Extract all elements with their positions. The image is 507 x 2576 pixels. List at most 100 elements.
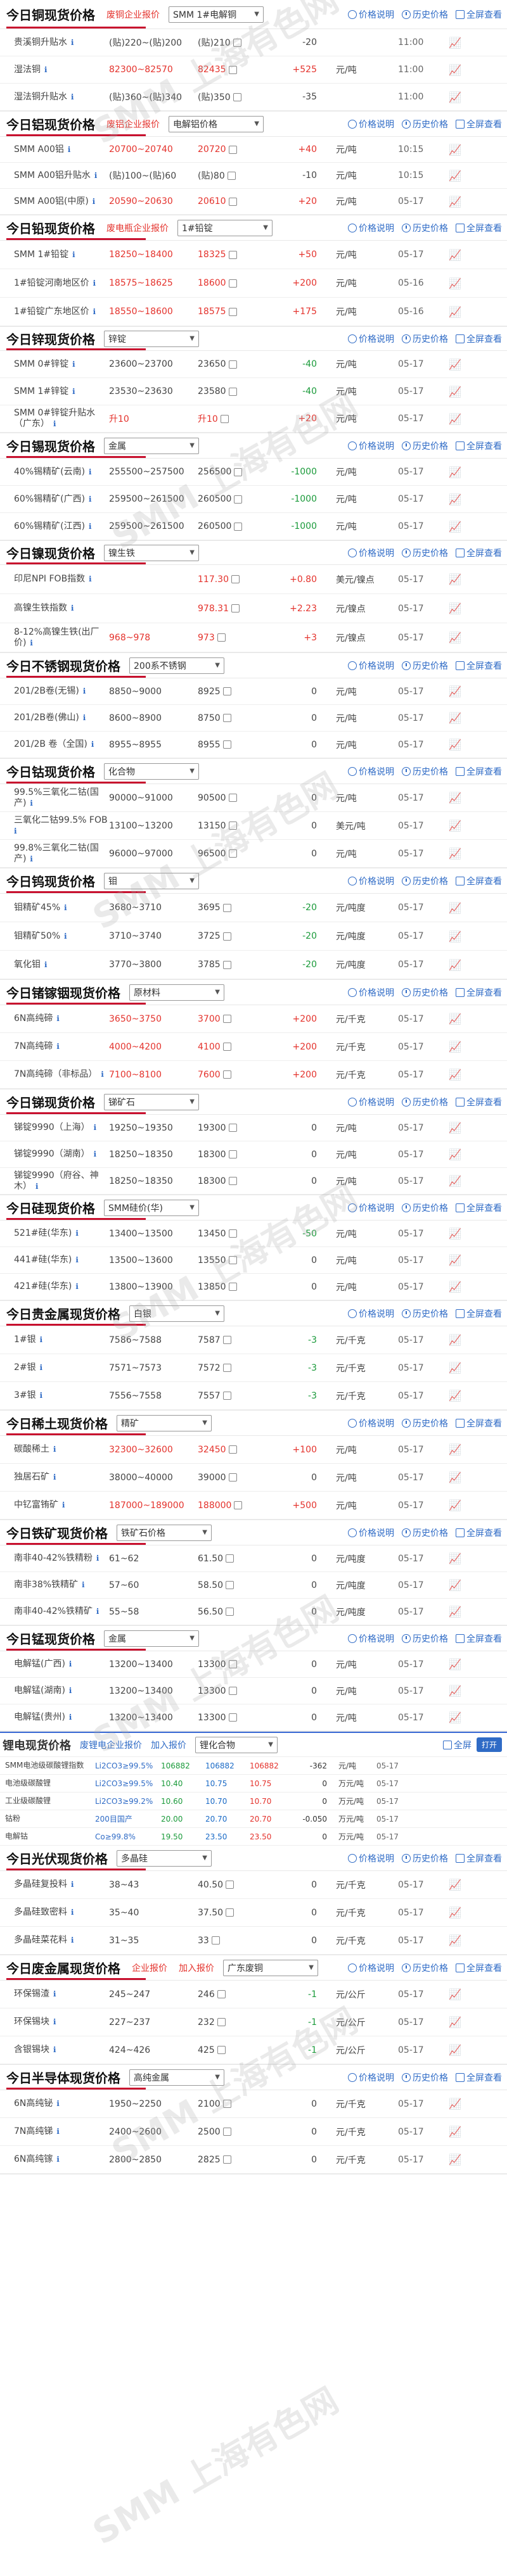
info-icon[interactable]: ℹ bbox=[89, 740, 94, 749]
history-link[interactable]: 历史价格 bbox=[402, 875, 448, 887]
compare-checkbox[interactable] bbox=[222, 1070, 231, 1079]
trend-chart-icon[interactable]: 📈 bbox=[449, 196, 472, 208]
history-link[interactable]: 历史价格 bbox=[402, 1632, 448, 1645]
trend-chart-icon[interactable]: 📈 bbox=[449, 1041, 472, 1053]
company-quote-link[interactable]: 企业报价 bbox=[132, 1962, 167, 1974]
compare-checkbox[interactable] bbox=[228, 794, 237, 802]
price-desc-link[interactable]: 价格说明 bbox=[348, 765, 394, 778]
compare-checkbox[interactable] bbox=[211, 1936, 220, 1945]
compare-checkbox[interactable] bbox=[228, 279, 237, 288]
price-row[interactable]: 锑锭9990（上海） ℹ 19250~19350 19300 0 元/吨 05-17 📈 bbox=[0, 1115, 507, 1141]
compare-checkbox[interactable] bbox=[228, 387, 237, 396]
compare-checkbox[interactable] bbox=[226, 1881, 234, 1889]
price-row[interactable]: 环保锡块 ℹ 227~237 232 -1 元/公斤 05-17 📈 bbox=[0, 2008, 507, 2036]
trend-chart-icon[interactable]: 📈 bbox=[449, 413, 472, 425]
price-row[interactable]: 多晶硅菜花料 ℹ 31~35 33 0 元/千克 05-17 📈 bbox=[0, 1927, 507, 1955]
category-select[interactable]: 高纯金属 ▼ bbox=[129, 2069, 224, 2086]
info-icon[interactable]: ℹ bbox=[33, 1182, 39, 1191]
info-icon[interactable]: ℹ bbox=[70, 250, 75, 259]
history-link[interactable]: 历史价格 bbox=[402, 765, 448, 778]
price-row[interactable]: SMM 0#锌锭 ℹ 23600~23700 23650 -40 元/吨 05-17 📈 bbox=[0, 351, 507, 378]
price-desc-link[interactable]: 价格说明 bbox=[348, 222, 394, 234]
price-row[interactable]: 多晶硅致密料 ℹ 35~40 37.50 0 元/千克 05-17 📈 bbox=[0, 1899, 507, 1927]
price-row[interactable]: 高镍生铁指数 ℹ 978.31 +2.23 元/镍点 05-17 📈 bbox=[0, 594, 507, 623]
info-icon[interactable]: ℹ bbox=[91, 1123, 96, 1132]
price-row[interactable]: 独居石矿 ℹ 38000~40000 39000 0 元/吨 05-17 📈 bbox=[0, 1464, 507, 1492]
price-desc-link[interactable]: 价格说明 bbox=[348, 1632, 394, 1645]
history-link[interactable]: 历史价格 bbox=[402, 1202, 448, 1214]
compare-checkbox[interactable] bbox=[222, 1392, 231, 1400]
lithium-select[interactable]: 锂化合物 ▼ bbox=[195, 1736, 278, 1753]
info-icon[interactable]: ℹ bbox=[51, 1473, 56, 1482]
price-row[interactable]: 201/2B 卷（全国) ℹ 8955~8955 8955 0 元/吨 05-17 📈 bbox=[0, 732, 507, 758]
price-row[interactable]: SMM A00铝(中原) ℹ 20590~20630 20610 +20 元/吨 05-1… bbox=[0, 189, 507, 215]
info-icon[interactable]: ℹ bbox=[14, 827, 17, 835]
fullscreen-link[interactable]: 全屏查看 bbox=[456, 440, 502, 452]
price-row[interactable]: 含银锡块 ℹ 424~426 425 -1 元/公斤 05-17 📈 bbox=[0, 2036, 507, 2064]
info-icon[interactable]: ℹ bbox=[94, 1554, 99, 1563]
price-row[interactable]: 40%锡精矿(云南) ℹ 255500~257500 256500 -1000 元/吨 0… bbox=[0, 459, 507, 486]
price-desc-link[interactable]: 价格说明 bbox=[348, 8, 394, 21]
trend-chart-icon[interactable]: 📈 bbox=[449, 249, 472, 261]
category-select[interactable]: 锑矿石 ▼ bbox=[104, 1093, 199, 1110]
trend-chart-icon[interactable]: 📈 bbox=[449, 1334, 472, 1346]
trend-chart-icon[interactable]: 📈 bbox=[449, 466, 472, 478]
info-icon[interactable]: ℹ bbox=[80, 687, 86, 695]
price-row[interactable]: 电解锰(广西) ℹ 13200~13400 13300 0 元/吨 05-17 📈 bbox=[0, 1651, 507, 1678]
info-icon[interactable]: ℹ bbox=[68, 604, 74, 612]
price-desc-link[interactable]: 价格说明 bbox=[348, 547, 394, 559]
compare-checkbox[interactable] bbox=[233, 92, 241, 101]
price-row[interactable]: 湿法铜 ℹ 82300~82570 82435 +525 元/吨 11:00 📈 bbox=[0, 56, 507, 84]
price-row[interactable]: 7N高纯锑 ℹ 2400~2600 2500 0 元/千克 05-17 📈 bbox=[0, 2118, 507, 2146]
trend-chart-icon[interactable]: 📈 bbox=[449, 358, 472, 371]
trend-chart-icon[interactable]: 📈 bbox=[449, 631, 472, 644]
compare-checkbox[interactable] bbox=[228, 1687, 237, 1695]
price-row[interactable]: 441#硅(华东) ℹ 13500~13600 13550 0 元/吨 05-17 📈 bbox=[0, 1247, 507, 1274]
price-row[interactable]: 6N高纯碲 ℹ 3650~3750 3700 +200 元/千克 05-17 📈 bbox=[0, 1005, 507, 1033]
category-select[interactable]: 锌锭 ▼ bbox=[104, 330, 199, 347]
info-icon[interactable]: ℹ bbox=[42, 960, 48, 969]
info-icon[interactable]: ℹ bbox=[91, 1150, 96, 1158]
lithium-row[interactable]: 电解钴 Co≥99.8% 19.50 23.50 23.50 0 万元/吨 05-17 bbox=[0, 1828, 507, 1846]
price-row[interactable]: 421#硅(华东) ℹ 13800~13900 13850 0 元/吨 05-17 📈 bbox=[0, 1274, 507, 1300]
price-row[interactable]: 湿法铜升贴水 ℹ (贴)360~(贴)340 (贴)350 -35 11:00 📈 bbox=[0, 84, 507, 111]
compare-checkbox[interactable] bbox=[226, 1908, 234, 1917]
info-icon[interactable]: ℹ bbox=[42, 65, 48, 74]
trend-chart-icon[interactable]: 📈 bbox=[449, 2016, 472, 2028]
price-row[interactable]: 1#铅锭河南地区价 ℹ 18575~18625 18600 +200 元/吨 05-16 📈 bbox=[0, 269, 507, 298]
info-icon[interactable]: ℹ bbox=[68, 1908, 74, 1917]
price-row[interactable]: 中钇富铕矿 ℹ 187000~189000 188000 +500 元/吨 05-17 📈 bbox=[0, 1492, 507, 1520]
compare-checkbox[interactable] bbox=[228, 1713, 237, 1722]
info-icon[interactable]: ℹ bbox=[54, 2099, 60, 2108]
price-row[interactable]: SMM A00铝 ℹ 20700~20740 20720 +40 元/吨 10:15 📈 bbox=[0, 137, 507, 163]
compare-checkbox[interactable] bbox=[231, 575, 240, 583]
trend-chart-icon[interactable]: 📈 bbox=[449, 1499, 472, 1511]
compare-checkbox[interactable] bbox=[234, 467, 243, 476]
trend-chart-icon[interactable]: 📈 bbox=[449, 712, 472, 724]
trend-chart-icon[interactable]: 📈 bbox=[449, 792, 472, 804]
category-select[interactable]: 金属 ▼ bbox=[104, 437, 199, 454]
trend-chart-icon[interactable]: 📈 bbox=[449, 306, 472, 318]
history-link[interactable]: 历史价格 bbox=[402, 118, 448, 130]
price-row[interactable]: 60%锡精矿(江西) ℹ 259500~261500 260500 -1000 元/吨 0… bbox=[0, 513, 507, 540]
info-icon[interactable]: ℹ bbox=[73, 1282, 79, 1291]
compare-checkbox[interactable] bbox=[217, 633, 226, 642]
compare-checkbox[interactable] bbox=[228, 1229, 237, 1238]
trend-chart-icon[interactable]: 📈 bbox=[449, 1606, 472, 1618]
info-icon[interactable]: ℹ bbox=[86, 522, 92, 531]
info-icon[interactable]: ℹ bbox=[67, 1686, 72, 1695]
history-link[interactable]: 历史价格 bbox=[402, 1526, 448, 1539]
info-icon[interactable]: ℹ bbox=[51, 1989, 56, 1998]
history-link[interactable]: 历史价格 bbox=[402, 440, 448, 452]
trend-chart-icon[interactable]: 📈 bbox=[449, 2044, 472, 2056]
add-quote-link[interactable]: 加入报价 bbox=[179, 1962, 214, 1974]
compare-checkbox[interactable] bbox=[226, 1608, 234, 1616]
info-icon[interactable]: ℹ bbox=[51, 1445, 56, 1454]
price-row[interactable]: 钼精矿50% ℹ 3710~3740 3725 -20 元/吨度 05-17 📈 bbox=[0, 922, 507, 951]
info-icon[interactable]: ℹ bbox=[54, 2155, 60, 2164]
trend-chart-icon[interactable]: 📈 bbox=[449, 1148, 472, 1160]
category-select[interactable]: SMM 1#电解铜 ▼ bbox=[169, 6, 264, 23]
fullscreen-link[interactable]: 全屏查看 bbox=[456, 986, 502, 999]
open-button[interactable]: 打开 bbox=[476, 1737, 502, 1752]
fullscreen-link[interactable]: 全屏查看 bbox=[456, 765, 502, 778]
